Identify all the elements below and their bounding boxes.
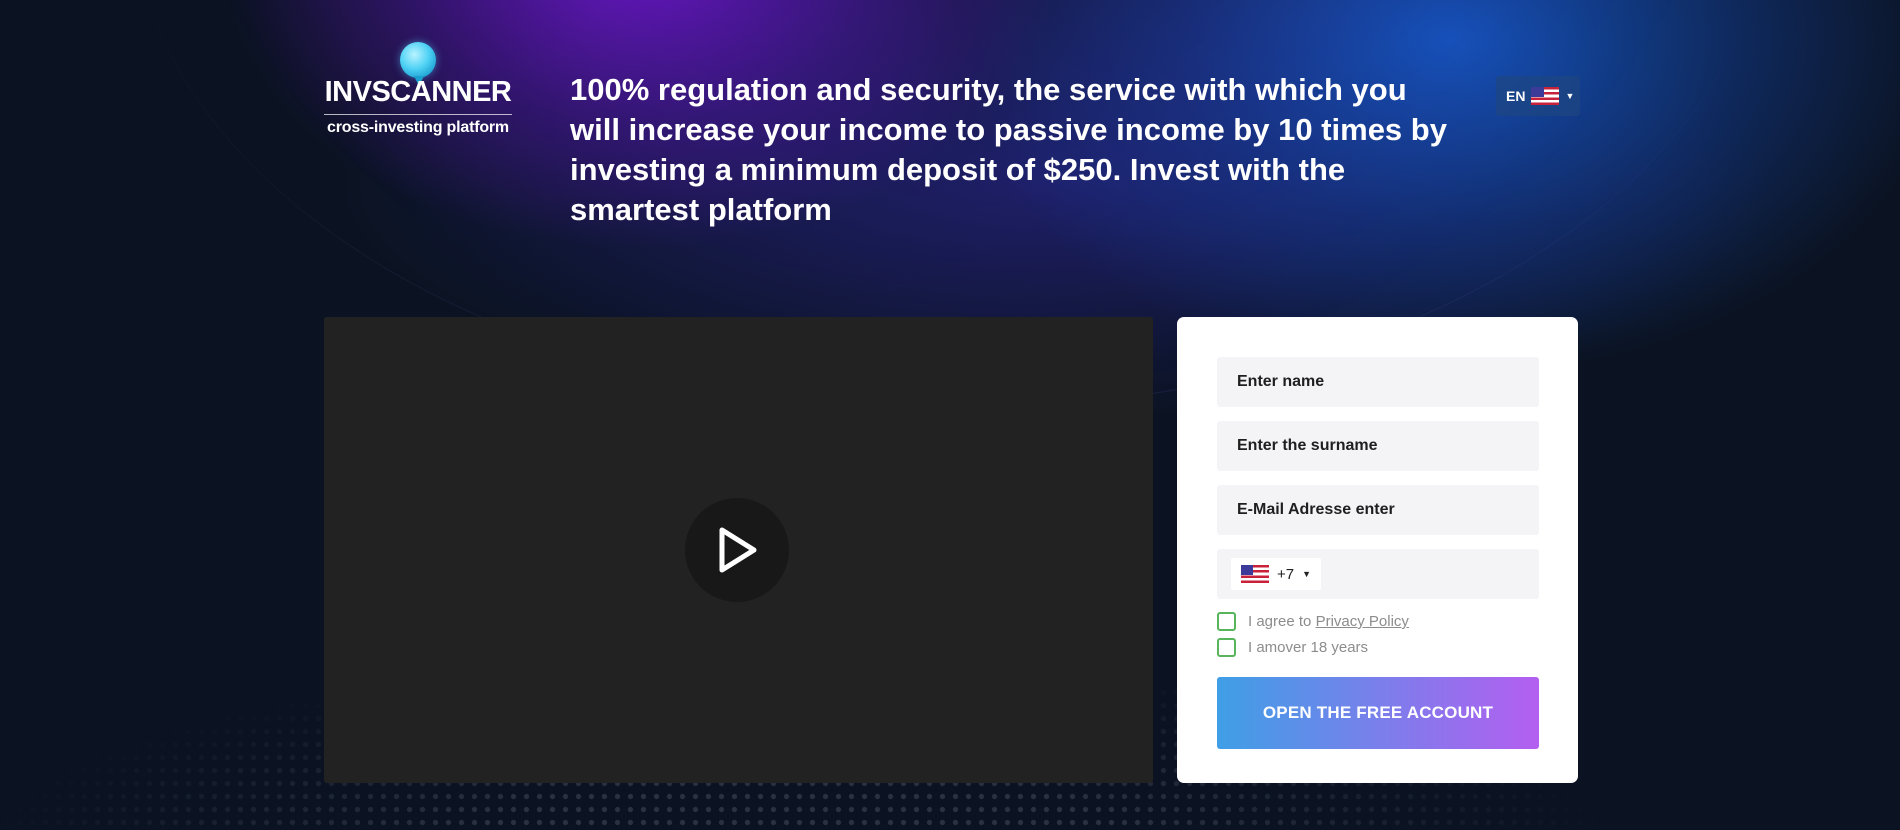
surname-input[interactable]	[1237, 437, 1539, 455]
name-field[interactable]	[1217, 357, 1539, 407]
language-code: EN	[1506, 88, 1526, 104]
age-label: I amover 18 years	[1248, 639, 1369, 656]
surname-field[interactable]	[1217, 421, 1539, 471]
chevron-down-icon: ▼	[1565, 91, 1575, 101]
privacy-agreement-row: I agree to Privacy Policy	[1217, 612, 1409, 631]
page-headline: 100% regulation and security, the servic…	[570, 72, 1447, 227]
logo-sphere-icon	[400, 42, 436, 78]
age-confirmation-row: I amover 18 years	[1217, 638, 1368, 657]
play-button[interactable]	[685, 498, 789, 602]
country-code-selector[interactable]: +7 ▼	[1231, 558, 1322, 590]
age-checkbox[interactable]	[1217, 638, 1236, 657]
privacy-policy-link[interactable]: Privacy Policy	[1316, 613, 1409, 630]
dial-code: +7	[1277, 565, 1295, 583]
play-icon	[719, 527, 757, 573]
email-field[interactable]	[1217, 485, 1539, 535]
language-selector[interactable]: EN ▼	[1496, 76, 1580, 116]
signup-form: +7 ▼ I agree to Privacy Policy I amover …	[1177, 317, 1578, 783]
video-player[interactable]	[324, 317, 1153, 783]
phone-field[interactable]: +7 ▼	[1217, 549, 1539, 599]
logo-divider	[324, 114, 512, 115]
brand-name: INVSCANNER	[324, 76, 512, 108]
chevron-down-icon: ▼	[1302, 569, 1312, 579]
privacy-label-prefix: I agree to	[1248, 613, 1312, 630]
name-input[interactable]	[1237, 373, 1539, 391]
us-flag-icon	[1531, 87, 1560, 105]
brand-logo[interactable]: INVSCANNER cross-investing platform	[322, 42, 514, 142]
email-input[interactable]	[1237, 501, 1539, 519]
us-flag-icon	[1241, 565, 1269, 583]
privacy-checkbox[interactable]	[1217, 612, 1236, 631]
brand-tagline: cross-investing platform	[327, 119, 509, 136]
open-account-button[interactable]: OPEN THE FREE ACCOUNT	[1217, 677, 1539, 749]
privacy-label: I agree to Privacy Policy	[1248, 613, 1409, 630]
